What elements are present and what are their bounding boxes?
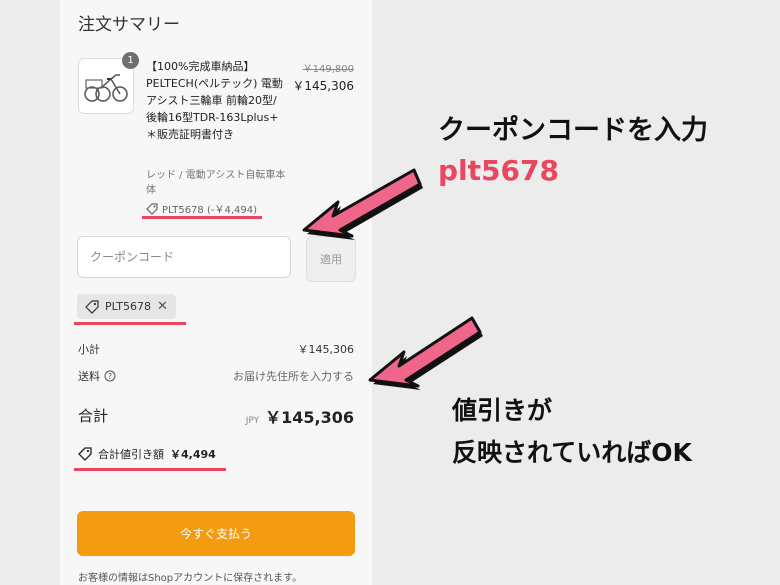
order-summary-panel: 注文サマリー 1 【100%完成車納品】PELTECH(ペルテック) 電動アシス… [60,0,372,585]
svg-text:?: ? [108,372,112,381]
tag-icon [146,202,158,215]
shipping-value: お届け先住所を入力する [233,370,354,383]
footer-note: お客様の情報はShopアカウントに保存されます。 [78,573,303,584]
tag-icon [78,447,92,461]
highlight-underline [74,322,186,325]
product-variant: レッド / 電動アシスト自転車本体 [146,170,286,196]
sale-price: ￥145,306 [292,79,354,93]
annotation-line-2: 反映されていればOK [452,438,692,467]
annotation-coupon-code: plt5678 [438,154,559,187]
arrow-icon [302,168,423,240]
tag-icon [85,299,99,314]
total-discount-value: ￥4,494 [170,448,216,461]
applied-coupon-chip: PLT5678 ✕ [77,294,176,319]
shipping-label-text: 送料 [78,370,100,383]
annotation-discount-note: 値引きが 反映されていればOK [452,390,692,474]
applied-coupon-code: PLT5678 [105,300,151,313]
subtotal-value: ￥145,306 [297,343,355,356]
close-icon[interactable]: ✕ [157,299,168,314]
annotation-enter-coupon: クーポンコードを入力 [438,115,708,146]
total-discount: 合計値引き額 ￥4,494 [78,446,216,462]
highlight-underline [74,468,226,471]
total-value: ￥145,306 [265,408,354,427]
annotation-line-1: 値引きが [452,396,553,425]
total-discount-label: 合計値引き額 [98,448,164,461]
page-title: 注文サマリー [78,15,180,35]
help-icon[interactable]: ? [104,370,116,382]
product-name: 【100%完成車納品】PELTECH(ペルテック) 電動アシスト三輪車 前輪20… [146,60,283,141]
total-label: 合計 [78,407,109,425]
pay-now-button[interactable]: 今すぐ支払う [77,511,355,556]
highlight-underline [142,216,262,219]
line-discount-text: PLT5678 (-￥4,494) [162,205,257,216]
total-currency: JPY [245,416,260,426]
total-amount: JPY ￥145,306 [246,404,354,428]
shipping-label: 送料 ? [78,368,116,384]
line-discount: PLT5678 (-￥4,494) [146,201,257,216]
quantity-badge: 1 [122,52,139,69]
original-price: ￥149,800 [302,64,354,75]
subtotal-label: 小計 [78,343,100,356]
coupon-input[interactable] [77,236,291,278]
tricycle-icon [84,74,128,102]
